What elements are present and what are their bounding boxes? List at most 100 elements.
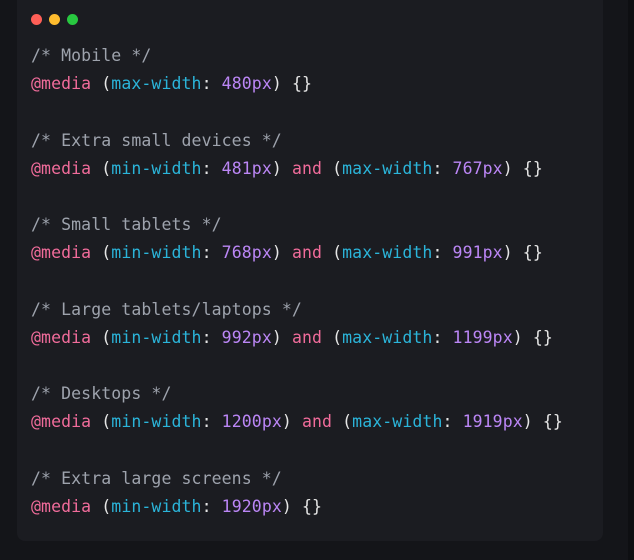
feature-unit: px (251, 243, 272, 263)
feature-value: 480 (221, 74, 252, 94)
feature-unit: px (251, 74, 272, 94)
comment-line: /* Large tablets/laptops */ (31, 296, 563, 324)
window-edge (628, 0, 634, 560)
feature-unit: px (482, 158, 503, 178)
rule-body: {} (522, 327, 553, 347)
feature-unit: px (502, 412, 523, 432)
rule-body: {} (512, 243, 543, 263)
media-feature: min-width (111, 497, 202, 516)
comment-line: /* Desktops */ (31, 380, 563, 408)
colon: : (201, 74, 222, 94)
maximize-dot[interactable] (67, 14, 78, 25)
code-block: /* Mobile */@media (max-width: 480px) {}… (31, 42, 563, 521)
close-paren: ) (502, 158, 513, 178)
media-feature: min-width (111, 243, 202, 263)
colon: : (201, 412, 222, 432)
colon: : (432, 158, 453, 178)
and-keyword: and (291, 327, 323, 347)
close-dot[interactable] (31, 14, 42, 25)
and-keyword: and (291, 158, 323, 178)
open-paren: ( (91, 74, 112, 94)
colon: : (201, 497, 222, 516)
comment-line: /* Mobile */ (31, 42, 563, 70)
open-paren: ( (322, 158, 343, 178)
feature-unit: px (261, 412, 282, 432)
feature-value: 481 (221, 158, 252, 178)
feature-value: 768 (221, 243, 252, 263)
media-feature: min-width (111, 412, 202, 432)
code-comment: /* Extra small devices */ (31, 130, 282, 150)
media-query-line: @media (min-width: 481px) and (max-width… (31, 155, 563, 183)
rule-body: {} (281, 74, 313, 94)
close-paren: ) (522, 412, 533, 432)
media-query-line: @media (min-width: 768px) and (max-width… (31, 239, 563, 267)
rule-body: {} (532, 412, 563, 432)
close-paren: ) (512, 327, 523, 347)
at-rule-keyword: @media (31, 412, 92, 432)
minimize-dot[interactable] (49, 14, 60, 25)
feature-value: 767 (452, 158, 483, 178)
open-paren: ( (91, 158, 112, 178)
feature-value: 1199 (452, 327, 493, 347)
close-paren: ) (271, 158, 282, 178)
at-rule-keyword: @media (31, 497, 92, 516)
at-rule-keyword: @media (31, 158, 92, 178)
feature-value: 992 (221, 327, 252, 347)
and-keyword: and (301, 412, 333, 432)
feature-unit: px (482, 243, 503, 263)
open-paren: ( (91, 497, 112, 516)
colon: : (432, 243, 453, 263)
open-paren: ( (332, 412, 353, 432)
feature-value: 1920 (221, 497, 262, 516)
code-comment: /* Small tablets */ (31, 215, 222, 235)
close-paren: ) (281, 497, 292, 516)
open-paren: ( (322, 243, 343, 263)
open-paren: ( (322, 327, 343, 347)
colon: : (201, 327, 222, 347)
code-comment: /* Extra large screens */ (31, 468, 282, 488)
comment-line: /* Extra large screens */ (31, 465, 563, 493)
close-paren: ) (271, 327, 282, 347)
media-feature: min-width (111, 158, 202, 178)
code-window: /* Mobile */@media (max-width: 480px) {}… (17, 0, 603, 541)
open-paren: ( (91, 412, 112, 432)
window-controls (31, 14, 78, 25)
feature-value: 1200 (221, 412, 262, 432)
feature-unit: px (251, 158, 272, 178)
comment-line: /* Extra small devices */ (31, 127, 563, 155)
media-query-line: @media (max-width: 480px) {} (31, 70, 563, 98)
code-comment: /* Mobile */ (31, 46, 152, 65)
at-rule-keyword: @media (31, 327, 92, 347)
media-feature: max-width (352, 412, 443, 432)
feature-unit: px (261, 497, 282, 516)
comment-line: /* Small tablets */ (31, 211, 563, 239)
colon: : (442, 412, 463, 432)
media-query-line: @media (min-width: 1920px) {} (31, 493, 563, 521)
media-feature: max-width (342, 158, 433, 178)
colon: : (432, 327, 453, 347)
media-query-line: @media (min-width: 1200px) and (max-widt… (31, 408, 563, 436)
media-feature: min-width (111, 327, 202, 347)
close-paren: ) (271, 74, 282, 94)
open-paren: ( (91, 327, 112, 347)
feature-unit: px (492, 327, 513, 347)
close-paren: ) (271, 243, 282, 263)
close-paren: ) (502, 243, 513, 263)
at-rule-keyword: @media (31, 243, 92, 263)
open-paren: ( (91, 243, 112, 263)
feature-unit: px (251, 327, 272, 347)
feature-value: 991 (452, 243, 483, 263)
feature-value: 1919 (462, 412, 503, 432)
at-rule-keyword: @media (31, 74, 92, 94)
media-feature: max-width (111, 74, 202, 94)
and-keyword: and (291, 243, 323, 263)
colon: : (201, 243, 222, 263)
